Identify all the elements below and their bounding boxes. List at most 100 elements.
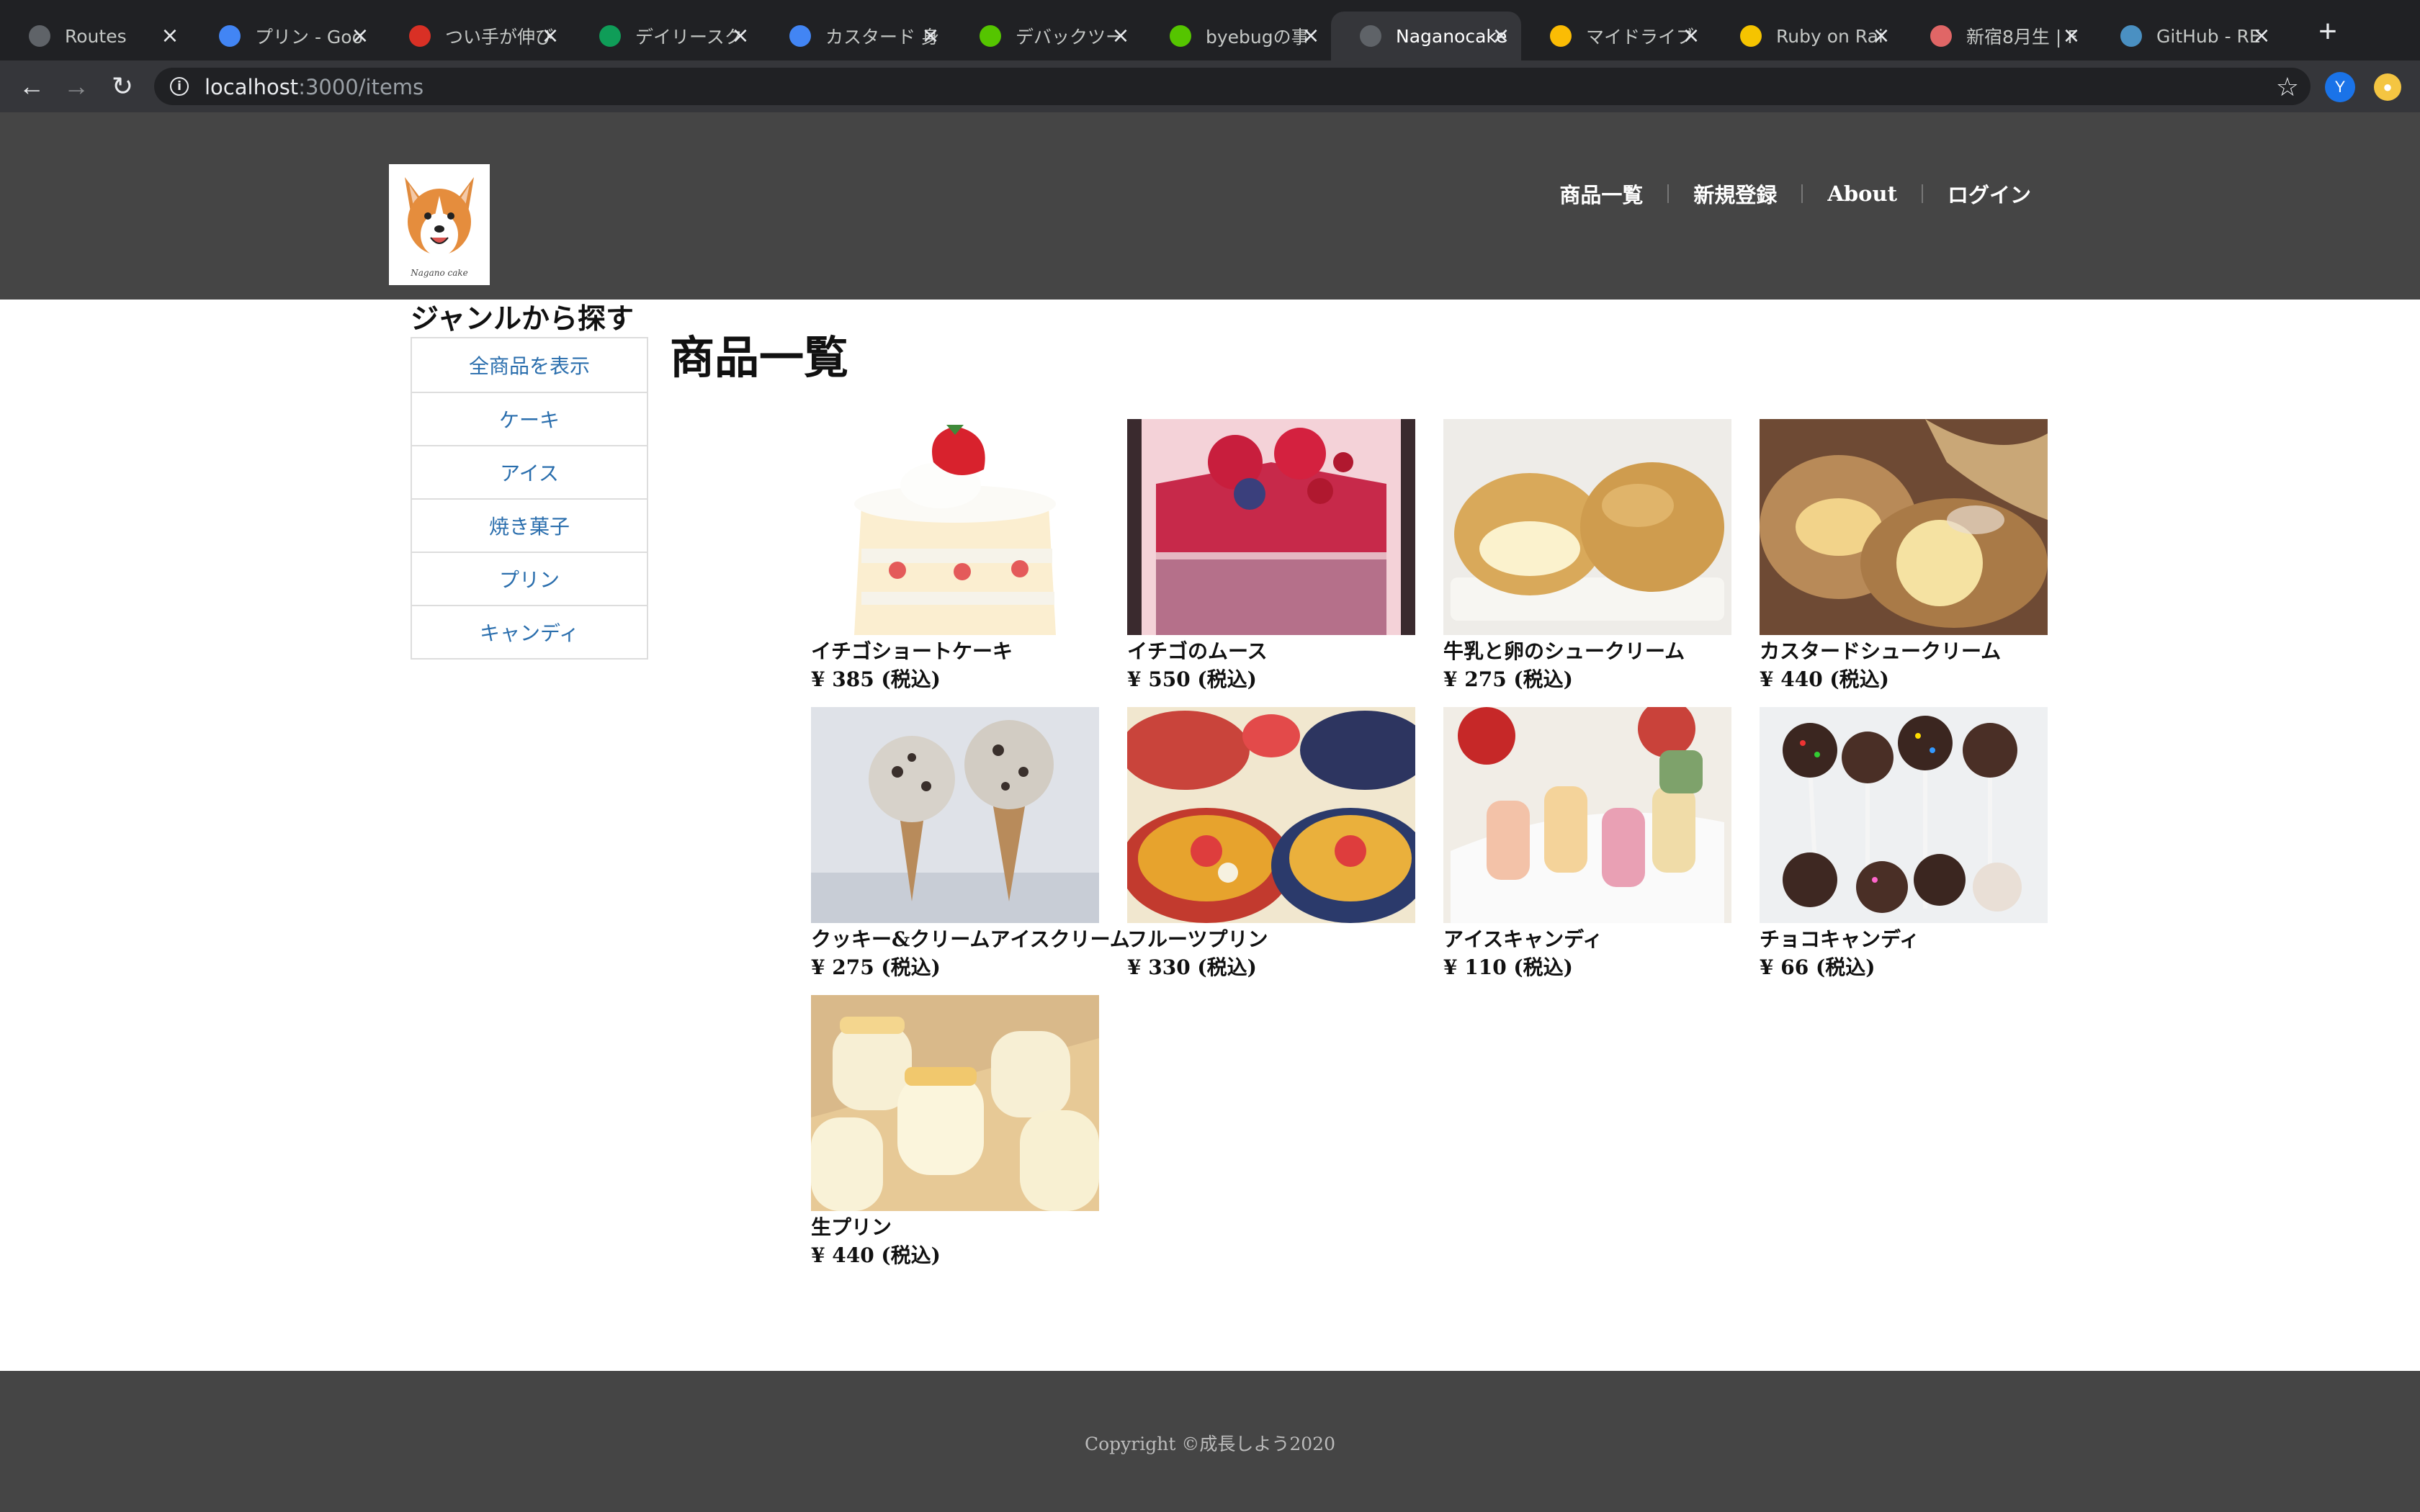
product-image[interactable] [1127, 419, 1415, 635]
bookmark-star-icon[interactable]: ☆ [2276, 72, 2299, 102]
product-image[interactable] [1443, 707, 1731, 923]
close-tab-icon[interactable]: × [1681, 25, 1701, 47]
product-image[interactable] [1760, 419, 2048, 635]
nav-about-link[interactable]: About [1827, 181, 1897, 206]
genre-link-all[interactable]: 全商品を表示 [469, 351, 590, 379]
product-card[interactable]: フルーツプリン ¥ 330 (税込) [1127, 707, 1415, 982]
browser-tab[interactable]: マイドライブ × [1521, 12, 1711, 60]
globe-icon [1360, 25, 1381, 47]
product-image[interactable] [811, 419, 1099, 635]
strawberry-shortcake-image [811, 419, 1099, 635]
product-card[interactable]: 生プリン ¥ 440 (税込) [811, 995, 1099, 1270]
product-image[interactable] [1127, 707, 1415, 923]
browser-tab[interactable]: カスタード 身 × [761, 12, 951, 60]
fresh-pudding-image [811, 995, 1099, 1211]
genre-link-candy[interactable]: キャンディ [480, 618, 579, 647]
close-tab-icon[interactable]: × [2061, 25, 2081, 47]
address-bar[interactable]: i localhost:3000/items ☆ [154, 68, 2311, 105]
product-price: ¥ 440 (税込) [811, 1243, 941, 1267]
forward-arrow-icon[interactable]: → [60, 71, 92, 102]
product-name[interactable]: フルーツプリン [1127, 926, 1415, 953]
product-name[interactable]: チョコキャンディ [1760, 926, 2048, 953]
product-image[interactable] [811, 995, 1099, 1211]
browser-tab[interactable]: 新宿8月生 | F × [1901, 12, 2092, 60]
qiita-icon [1170, 25, 1191, 47]
product-price: ¥ 330 (税込) [1127, 955, 1257, 979]
genre-sidebar: ジャンルから探す 全商品を表示 ケーキ アイス 焼き菓子 プリン キャンディ [411, 301, 648, 660]
product-name[interactable]: アイスキャンディ [1443, 926, 1731, 953]
corgi-logo-icon [405, 177, 474, 256]
genre-item-candy: キャンディ [412, 605, 647, 658]
nav-login-link[interactable]: ログイン [1948, 179, 2031, 209]
site-info-icon[interactable]: i [170, 77, 189, 96]
product-price: ¥ 550 (税込) [1127, 667, 1257, 691]
reload-icon[interactable]: ↻ [107, 71, 138, 102]
copyright-text: Copyright ©成長しよう2020 [1085, 1434, 1335, 1454]
google-icon [789, 25, 811, 47]
railsguides-icon [1740, 25, 1762, 47]
close-tab-icon[interactable]: × [160, 25, 180, 47]
globe-icon [29, 25, 50, 47]
browser-tab[interactable]: デイリースク × [570, 12, 761, 60]
drive-icon [1550, 25, 1572, 47]
product-price: ¥ 275 (税込) [811, 955, 941, 979]
product-name[interactable]: イチゴのムース [1127, 638, 1415, 665]
product-card[interactable]: イチゴのムース ¥ 550 (税込) [1127, 419, 1415, 694]
close-tab-icon[interactable]: × [730, 25, 750, 47]
product-name[interactable]: クッキー&クリームアイスクリーム [811, 926, 1130, 953]
browser-tab[interactable]: Routes × [0, 12, 190, 60]
product-card[interactable]: クッキー&クリームアイスクリーム ¥ 275 (税込) [811, 707, 1130, 982]
browser-tab[interactable]: つい手が伸び × [380, 12, 570, 60]
product-name[interactable]: 生プリン [811, 1214, 1099, 1241]
global-nav: 商品一覧 新規登録 About ログイン [1559, 179, 2031, 209]
product-image[interactable] [1443, 419, 1731, 635]
nav-divider [1667, 184, 1670, 203]
product-image[interactable] [811, 707, 1099, 923]
nav-items-link[interactable]: 商品一覧 [1559, 179, 1643, 209]
product-card[interactable]: チョコキャンディ ¥ 66 (税込) [1760, 707, 2048, 982]
browser-tab[interactable]: Naganocake × [1331, 12, 1521, 60]
product-name[interactable]: カスタードシュークリーム [1760, 638, 2048, 665]
browser-tab[interactable]: byebugの事 × [1141, 12, 1331, 60]
product-card[interactable]: アイスキャンディ ¥ 110 (税込) [1443, 707, 1731, 982]
page-title: 商品一覧 [670, 331, 849, 384]
product-image[interactable] [1760, 707, 2048, 923]
genre-link-cake[interactable]: ケーキ [499, 405, 560, 433]
close-tab-icon[interactable]: × [1491, 25, 1511, 47]
product-name[interactable]: イチゴショートケーキ [811, 638, 1099, 665]
product-card[interactable]: カスタードシュークリーム ¥ 440 (税込) [1760, 419, 2048, 694]
close-tab-icon[interactable]: × [540, 25, 560, 47]
genre-link-pudding[interactable]: プリン [499, 564, 560, 593]
nav-signup-link[interactable]: 新規登録 [1693, 179, 1777, 209]
product-card[interactable]: 牛乳と卵のシュークリーム ¥ 275 (税込) [1443, 419, 1731, 694]
browser-tab[interactable]: デバックツー × [951, 12, 1141, 60]
product-name[interactable]: 牛乳と卵のシュークリーム [1443, 638, 1731, 665]
genre-item-cake: ケーキ [412, 392, 647, 445]
close-tab-icon[interactable]: × [920, 25, 941, 47]
close-tab-icon[interactable]: × [350, 25, 370, 47]
ice-candy-image [1443, 707, 1731, 923]
back-arrow-icon[interactable]: ← [16, 71, 48, 102]
product-price: ¥ 275 (税込) [1443, 667, 1573, 691]
browser-tab[interactable]: プリン - Goo × [190, 12, 380, 60]
close-tab-icon[interactable]: × [1871, 25, 1891, 47]
close-tab-icon[interactable]: × [2251, 25, 2272, 47]
url-text[interactable]: localhost:3000/items [205, 75, 424, 99]
close-tab-icon[interactable]: × [1111, 25, 1131, 47]
sidebar-title: ジャンルから探す [411, 302, 635, 336]
product-card[interactable]: イチゴショートケーキ ¥ 385 (税込) [811, 419, 1099, 694]
qiita-icon [980, 25, 1001, 47]
browser-tab[interactable]: Ruby on Rai × [1711, 12, 1901, 60]
profile-avatar[interactable]: Y [2325, 72, 2355, 102]
genre-link-baked[interactable]: 焼き菓子 [489, 511, 570, 540]
github-icon [2120, 25, 2142, 47]
genre-item-baked: 焼き菓子 [412, 498, 647, 552]
browser-tab[interactable]: GitHub - RE × [2092, 12, 2282, 60]
extension-icon[interactable]: ● [2374, 73, 2401, 101]
new-tab-button[interactable]: + [2311, 14, 2345, 49]
sheets-icon [599, 25, 621, 47]
close-tab-icon[interactable]: × [1301, 25, 1321, 47]
genre-link-ice[interactable]: アイス [500, 458, 559, 487]
url-path: :3000/items [298, 75, 424, 99]
site-logo[interactable]: Nagano cake [389, 164, 490, 285]
